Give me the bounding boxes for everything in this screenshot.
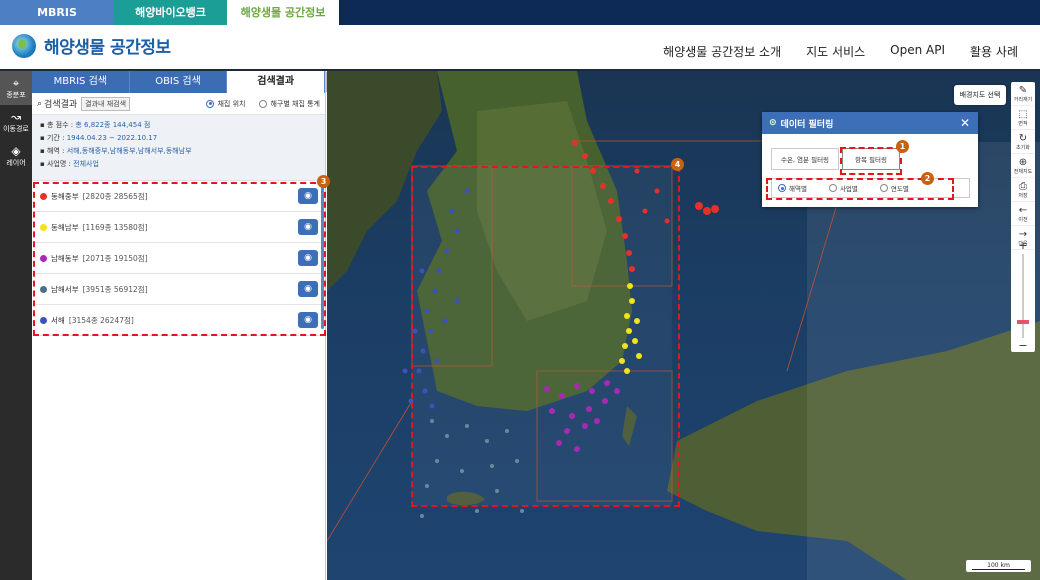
layers-icon: ◈ [11, 144, 21, 158]
radio-trench-statistics[interactable]: 해구별 채집 통계 [259, 99, 320, 109]
nav-open-api[interactable]: Open API [890, 43, 945, 60]
rail-item-layers[interactable]: ◈ 레이어 [0, 139, 32, 173]
grid-line [327, 400, 413, 542]
main-nav: 해양생물 공간정보 소개 지도 서비스 Open API 활용 사례 [663, 43, 1018, 60]
popup-title: 데이터 필터링 [780, 119, 834, 130]
globe-logo-icon [12, 33, 36, 58]
close-icon[interactable]: ✕ [960, 116, 970, 130]
zoom-track[interactable] [1022, 254, 1024, 338]
tool-save[interactable]: ⎙ 저장 [1011, 178, 1035, 202]
ruler-icon: ✎ [1018, 84, 1028, 96]
summary-period: ▪ 기간 : 1944.04.23 ~ 2022.10.17 [40, 134, 158, 142]
tab-mbris-search[interactable]: MBRIS 검색 [32, 71, 130, 93]
research-within-button[interactable]: 결과내 재검색 [81, 96, 131, 111]
map-toolbar: ✎ 거리재기 ⬚ 면적 ↻ 초기화 ⊕ 전체지도 ⎙ 저장 ← 이전 → 다음 + − [1011, 82, 1035, 352]
top-tab-spatial[interactable]: 해양생물 공간정보 [227, 0, 339, 25]
map-right-shade [807, 142, 1040, 580]
annotation-badge-3: 3 [317, 175, 330, 188]
zoom-out-button[interactable]: − [1011, 340, 1035, 352]
filter-clock-icon: ⊙ [769, 118, 777, 128]
rail-item-distribution[interactable]: ⌖ 종분포 [0, 71, 32, 105]
tab-obis-search[interactable]: OBIS 검색 [129, 71, 228, 93]
zoom-control: + − [1011, 240, 1035, 352]
results-header-row: ⌕ 검색결과 결과내 재검색 채집 위치 해구별 채집 통계 [32, 93, 325, 115]
basemap-select-button[interactable]: 배경지도 선택 [954, 85, 1006, 105]
annotation-box-4 [411, 166, 680, 507]
globe-icon: ⊕ [1018, 156, 1028, 168]
left-icon-rail: ⌖ 종분포 ↝ 이동경로 ◈ 레이어 [0, 71, 32, 580]
tab-temp-salinity-filter[interactable]: 수온, 염분 필터링 [771, 148, 839, 170]
tab-search-results[interactable]: 검색결과 [227, 71, 326, 93]
zoom-thumb[interactable] [1017, 320, 1029, 324]
panel-tabs: MBRIS 검색 OBIS 검색 검색결과 [32, 71, 326, 93]
results-label: 검색결과 [44, 100, 78, 110]
refresh-icon: ↻ [1018, 132, 1028, 144]
tool-full-map[interactable]: ⊕ 전체지도 [1011, 154, 1035, 178]
rail-item-route[interactable]: ↝ 이동경로 [0, 105, 32, 139]
site-logo[interactable]: 해양생물 공간정보 [12, 33, 171, 58]
annotation-box-3 [33, 182, 326, 336]
summary-sea-area: ▪ 해역 : 서해,동해중부,남해동부,남해서부,동해남부 [40, 147, 192, 155]
radio-dot-selected [206, 99, 215, 108]
annotation-badge-4: 4 [671, 158, 684, 171]
tool-area[interactable]: ⬚ 면적 [1011, 106, 1035, 130]
save-icon: ⎙ [1019, 180, 1027, 192]
arrow-left-icon: ← [1018, 204, 1028, 216]
summary-project: ▪ 사업명 : 전체사업 [40, 160, 99, 168]
tool-distance[interactable]: ✎ 거리재기 [1011, 82, 1035, 106]
site-header: 해양생물 공간정보 해양생물 공간정보 소개 지도 서비스 Open API 활… [0, 25, 1040, 69]
annotation-badge-1: 1 [896, 140, 909, 153]
radio-collection-location[interactable]: 채집 위치 [206, 99, 245, 109]
top-tab-mbris[interactable]: MBRIS [0, 0, 114, 25]
top-tab-biobank[interactable]: 해양바이오뱅크 [114, 0, 227, 25]
nav-intro[interactable]: 해양생물 공간정보 소개 [663, 43, 781, 60]
results-summary: ▪ 총 점수 : 총 6,822종 144,454 점 ▪ 기간 : 1944.… [32, 115, 325, 181]
scale-bar: 100 km [966, 560, 1031, 572]
radio-dot [259, 99, 268, 108]
arrow-right-icon: → [1018, 228, 1028, 240]
view-mode-radio-group: 채집 위치 해구별 채집 통계 [206, 99, 320, 109]
search-icon: ⌕ [37, 98, 43, 109]
nav-use-cases[interactable]: 활용 사례 [970, 43, 1018, 60]
zoom-in-button[interactable]: + [1011, 240, 1035, 252]
popup-header: ⊙ 데이터 필터링 ✕ [762, 112, 978, 134]
annotation-badge-2: 2 [921, 172, 934, 185]
annotation-box-1 [840, 147, 902, 175]
summary-total: ▪ 총 점수 : 총 6,822종 144,454 점 [40, 121, 151, 129]
tool-prev[interactable]: ← 이전 [1011, 202, 1035, 226]
tool-reset[interactable]: ↻ 초기화 [1011, 130, 1035, 154]
route-icon: ↝ [10, 110, 22, 124]
top-tab-bar: MBRIS 해양바이오뱅크 해양생물 공간정보 [0, 0, 1040, 25]
logo-text: 해양생물 공간정보 [44, 38, 171, 58]
map-pin-icon: ⌖ [12, 76, 20, 90]
area-icon: ⬚ [1018, 108, 1028, 120]
nav-map-service[interactable]: 지도 서비스 [806, 43, 865, 60]
